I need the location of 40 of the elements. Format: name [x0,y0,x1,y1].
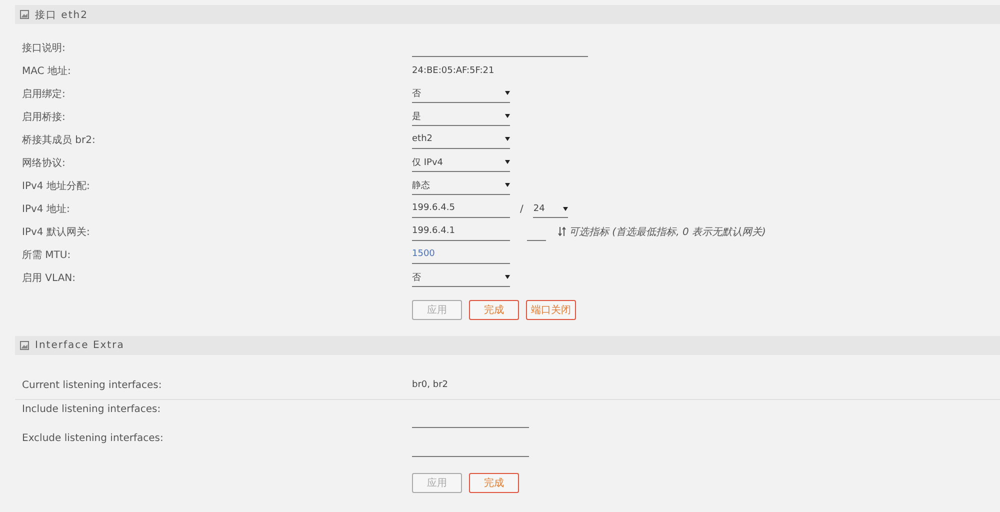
caret-icon [505,160,510,164]
dropdown[interactable]: 仅 IPv4 [412,154,510,172]
caret-icon [505,183,510,187]
dropdown[interactable]: 否 [412,268,510,286]
field-label: IPv4 默认网关: [21,226,91,238]
dropdown[interactable]: 24 [533,200,568,218]
dropdown[interactable]: 否 [412,84,510,102]
field-value: br0, br2 [412,380,448,390]
hint-text: 可选指标 (首选最低指标, 0 表示无默认网关) [569,226,766,239]
input-field[interactable]: 1500 [412,245,510,264]
dropdown[interactable]: 是 [412,108,510,126]
image-icon [20,341,29,350]
field-label: 启用桥接: [21,110,66,124]
field-label: Exclude listening interfaces: [21,433,164,444]
field-label: 接口说明: [21,42,66,54]
caret-icon [505,275,510,279]
field-label: IPv4 地址: [21,202,71,216]
dropdown[interactable]: eth2 [412,130,510,148]
caret-icon [505,114,510,118]
field-value: 24:BE:05:AF:5F:21 [412,66,494,76]
field-label: MAC 地址: [21,64,72,78]
input-field[interactable]: 199.6.4.1 [412,222,510,241]
section-title: 接口 eth2 [35,8,88,22]
field-label: 所需 MTU: [21,248,72,262]
field-label: 启用绑定: [21,88,66,100]
dropdown[interactable]: 静态 [412,176,510,194]
sort-icon [558,227,566,236]
field-label: 桥接其成员 br2: [21,134,96,146]
field-label: Include listening interfaces: [21,404,162,415]
image-icon [20,10,29,19]
caret-icon [563,206,568,210]
caret-icon [505,91,510,95]
caret-icon [505,137,510,141]
separator: / [520,204,524,215]
field-label: 启用 VLAN: [21,272,77,284]
field-label: Current listening interfaces: [21,380,163,390]
section-title: Interface Extra [35,340,124,351]
field-label: IPv4 地址分配: [21,180,91,192]
input-field[interactable]: 199.6.4.5 [412,199,510,218]
field-label: 网络协议: [21,156,66,170]
